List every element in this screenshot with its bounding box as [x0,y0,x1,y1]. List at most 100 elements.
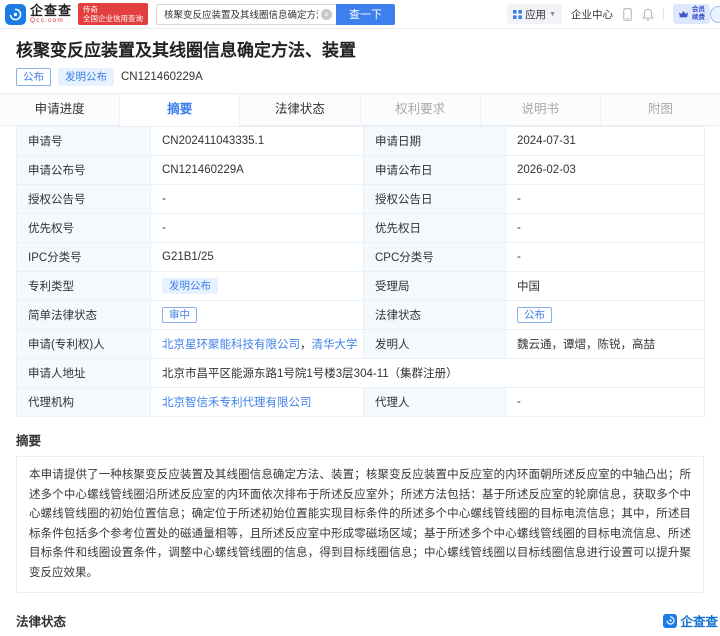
slogan-line1: 传奇 [83,5,143,14]
applicant-link-company[interactable]: 北京星环聚能科技有限公司 [162,339,300,351]
field-value: 中国 [506,272,705,301]
brand-domain: Qcc.com [30,18,72,25]
field-value: - [151,185,364,214]
badge-row: 公布 发明公布 CN121460229A [16,67,704,86]
tab-bar: 申请进度 摘要 法律状态 权利要求 说明书 附图 [0,93,720,126]
table-row: 代理机构 北京智信禾专利代理有限公司 代理人 - [17,388,705,417]
legal-status-badge: 公布 [517,307,552,323]
field-label: 简单法律状态 [17,301,151,330]
field-label: 专利类型 [17,272,151,301]
page-title: 核聚变反应装置及其线圈信息确定方法、装置 [16,41,704,61]
field-value: - [506,243,705,272]
field-value: 北京智信禾专利代理有限公司 [151,388,364,417]
search-button[interactable]: 查一下 [336,4,395,25]
vip-renew-button[interactable]: 会员 续费 [673,4,710,24]
chevron-down-icon: ▼ [549,11,556,18]
bell-icon[interactable] [642,8,654,21]
search-bar: × 查一下 [156,4,395,25]
top-header: 企查查 Qcc.com 传奇 全国企业信用查询 × 查一下 应用 ▼ 企业中心 [0,0,720,29]
crown-icon [678,10,689,19]
field-value: 2026-02-03 [506,156,705,185]
field-label: 申请日期 [364,127,506,156]
field-label: 优先权号 [17,214,151,243]
table-row: 申请号 CN202411043335.1 申请日期 2024-07-31 [17,127,705,156]
phone-icon[interactable] [622,8,633,21]
abstract-text: 本申请提供了一种核聚变反应装置及其线圈信息确定方法、装置；核聚变反应装置中反应室… [16,456,704,593]
status-badge: 公布 [16,68,51,86]
table-row: 申请公布号 CN121460229A 申请公布日 2026-02-03 [17,156,705,185]
field-value: 发明公布 [151,272,364,301]
field-label: 法律状态 [364,301,506,330]
publication-number: CN121460229A [121,71,203,83]
search-box[interactable]: × [156,4,336,25]
tab-specification[interactable]: 说明书 [481,94,601,126]
field-value: CN202411043335.1 [151,127,364,156]
field-label: 代理人 [364,388,506,417]
apps-label: 应用 [525,7,546,22]
field-label: 受理局 [364,272,506,301]
applicant-separator: ， [300,339,312,351]
field-value: G21B1/25 [151,243,364,272]
field-label: CPC分类号 [364,243,506,272]
qcc-watermark: 企查查 [663,611,718,630]
qcc-watermark-text: 企查查 [680,611,718,630]
slogan-badge: 传奇 全国企业信用查询 [78,3,148,25]
field-label: IPC分类号 [17,243,151,272]
field-label: 优先权日 [364,214,506,243]
field-label: 申请公布日 [364,156,506,185]
field-label: 授权公告日 [364,185,506,214]
field-label: 申请号 [17,127,151,156]
table-row: IPC分类号 G21B1/25 CPC分类号 - [17,243,705,272]
tab-abstract[interactable]: 摘要 [120,94,240,126]
field-value: 北京市昌平区能源东路1号院1号楼3层304-11（集群注册） [151,359,705,388]
applicant-link-university[interactable]: 清华大学 [312,339,358,351]
header-divider [663,8,664,20]
search-input[interactable] [164,9,318,20]
agency-link[interactable]: 北京智信禾专利代理有限公司 [162,397,312,409]
simple-legal-status-badge: 审中 [162,307,197,323]
brand-name: 企查查 [30,4,72,17]
table-row: 申请人地址 北京市昌平区能源东路1号院1号楼3层304-11（集群注册） [17,359,705,388]
clear-icon[interactable]: × [321,9,332,20]
slogan-line2: 全国企业信用查询 [83,14,143,23]
vip-text: 会员 续费 [692,6,705,22]
field-label: 代理机构 [17,388,151,417]
tab-application-progress[interactable]: 申请进度 [0,94,120,126]
patent-details-table: 申请号 CN202411043335.1 申请日期 2024-07-31 申请公… [16,126,705,417]
apps-grid-icon [513,10,522,19]
apps-menu[interactable]: 应用 ▼ [507,4,562,24]
qcc-logo[interactable]: 企查查 Qcc.com [5,4,72,25]
table-row: 专利类型 发明公布 受理局 中国 [17,272,705,301]
field-value: 公布 [506,301,705,330]
patent-type-badge: 发明公布 [58,68,114,86]
enterprise-center-link[interactable]: 企业中心 [571,7,613,22]
field-label: 申请人地址 [17,359,151,388]
field-label: 申请公布号 [17,156,151,185]
tab-claims[interactable]: 权利要求 [361,94,481,126]
qcc-logo-icon [5,4,26,25]
field-value: 2024-07-31 [506,127,705,156]
patent-header: 核聚变反应装置及其线圈信息确定方法、装置 公布 发明公布 CN121460229… [0,29,720,86]
field-value: - [506,214,705,243]
tab-legal-status[interactable]: 法律状态 [240,94,360,126]
field-label: 发明人 [364,330,506,359]
table-row: 简单法律状态 审中 法律状态 公布 [17,301,705,330]
patent-type-badge: 发明公布 [162,278,218,294]
field-label: 申请(专利权)人 [17,330,151,359]
brand-text: 企查查 Qcc.com [30,4,72,25]
legal-status-header: 法律状态 企查查 [16,611,718,630]
table-row: 优先权号 - 优先权日 - [17,214,705,243]
field-value: 魏云通，谭熠，陈锐，高喆 [506,330,705,359]
qcc-watermark-icon [663,614,677,628]
field-value: - [506,185,705,214]
tab-figures[interactable]: 附图 [601,94,720,126]
field-value: 审中 [151,301,364,330]
customer-service-icon[interactable] [710,6,720,23]
field-label: 授权公告号 [17,185,151,214]
field-value: CN121460229A [151,156,364,185]
field-value: - [151,214,364,243]
table-row: 申请(专利权)人 北京星环聚能科技有限公司，清华大学 发明人 魏云通，谭熠，陈锐… [17,330,705,359]
header-actions: 应用 ▼ 企业中心 会员 续费 [507,4,720,24]
legal-status-section-title: 法律状态 [16,611,66,630]
field-value: - [506,388,705,417]
